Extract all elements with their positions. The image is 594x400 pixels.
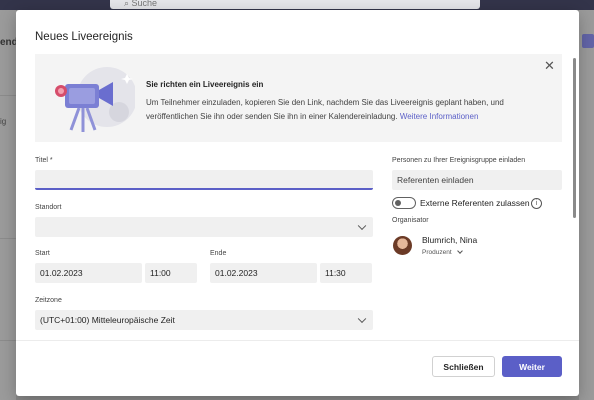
new-live-event-dialog: Neues Liveereignis ✕ Sie richten ein Liv… [16,10,579,396]
timezone-value: (UTC+01:00) Mitteleuropäische Zeit [40,315,175,325]
background-button [582,34,594,48]
organizer-name: Blumrich, Nina [422,235,478,245]
learn-more-link[interactable]: Weitere Informationen [400,112,479,121]
toggle-knob [395,200,401,206]
footer-divider [16,340,579,341]
search-label: Suche [131,0,158,8]
timezone-label: Zeitzone [35,297,62,304]
location-dropdown[interactable] [35,217,373,237]
banner-title: Sie richten ein Liveereignis ein [146,80,264,89]
info-icon[interactable]: i [531,198,542,209]
dialog-title: Neues Liveereignis [35,31,133,43]
start-date-input[interactable]: 01.02.2023 [35,263,142,283]
background-left-pane [0,10,16,400]
start-time-input[interactable]: 11:00 [145,263,197,283]
chevron-down-icon [357,221,367,231]
invite-label: Personen zu Ihrer Ereignisgruppe einlade… [392,157,526,164]
background-divider [0,238,16,239]
organizer-label: Organisator [392,217,429,224]
external-presenters-label: Externe Referenten zulassen [420,198,530,208]
title-input[interactable] [35,170,373,190]
search-box[interactable]: ⌕ Suche [110,0,480,9]
external-presenters-toggle[interactable] [392,197,416,209]
end-label: Ende [210,250,227,257]
banner-close-icon[interactable]: ✕ [544,58,555,74]
background-text-fragment: ig [0,117,7,126]
organizer-role: Produzent [422,249,452,256]
background-divider [0,340,16,341]
chevron-down-icon [357,314,367,324]
organizer-role-dropdown[interactable]: Produzent [422,248,463,256]
end-time-input[interactable]: 11:30 [320,263,372,283]
scrollbar[interactable] [573,58,576,218]
avatar [393,236,412,255]
invite-presenters-input[interactable]: Referenten einladen [392,170,562,190]
end-date-input[interactable]: 01.02.2023 [210,263,317,283]
close-button[interactable]: Schließen [432,356,495,377]
background-divider [0,95,16,96]
background-right-pane [579,10,594,400]
banner-text: Um Teilnehmer einzuladen, kopieren Sie d… [146,96,546,124]
chevron-down-icon [456,248,463,254]
location-label: Standort [35,204,62,211]
video-camera-illustration [55,67,135,132]
timezone-dropdown[interactable]: (UTC+01:00) Mitteleuropäische Zeit [35,310,373,330]
next-button[interactable]: Weiter [502,356,562,377]
title-label: Titel * [35,157,53,164]
start-label: Start [35,250,50,257]
info-banner: ✕ Sie richten ein Liveereignis ein Um Te… [35,54,562,142]
